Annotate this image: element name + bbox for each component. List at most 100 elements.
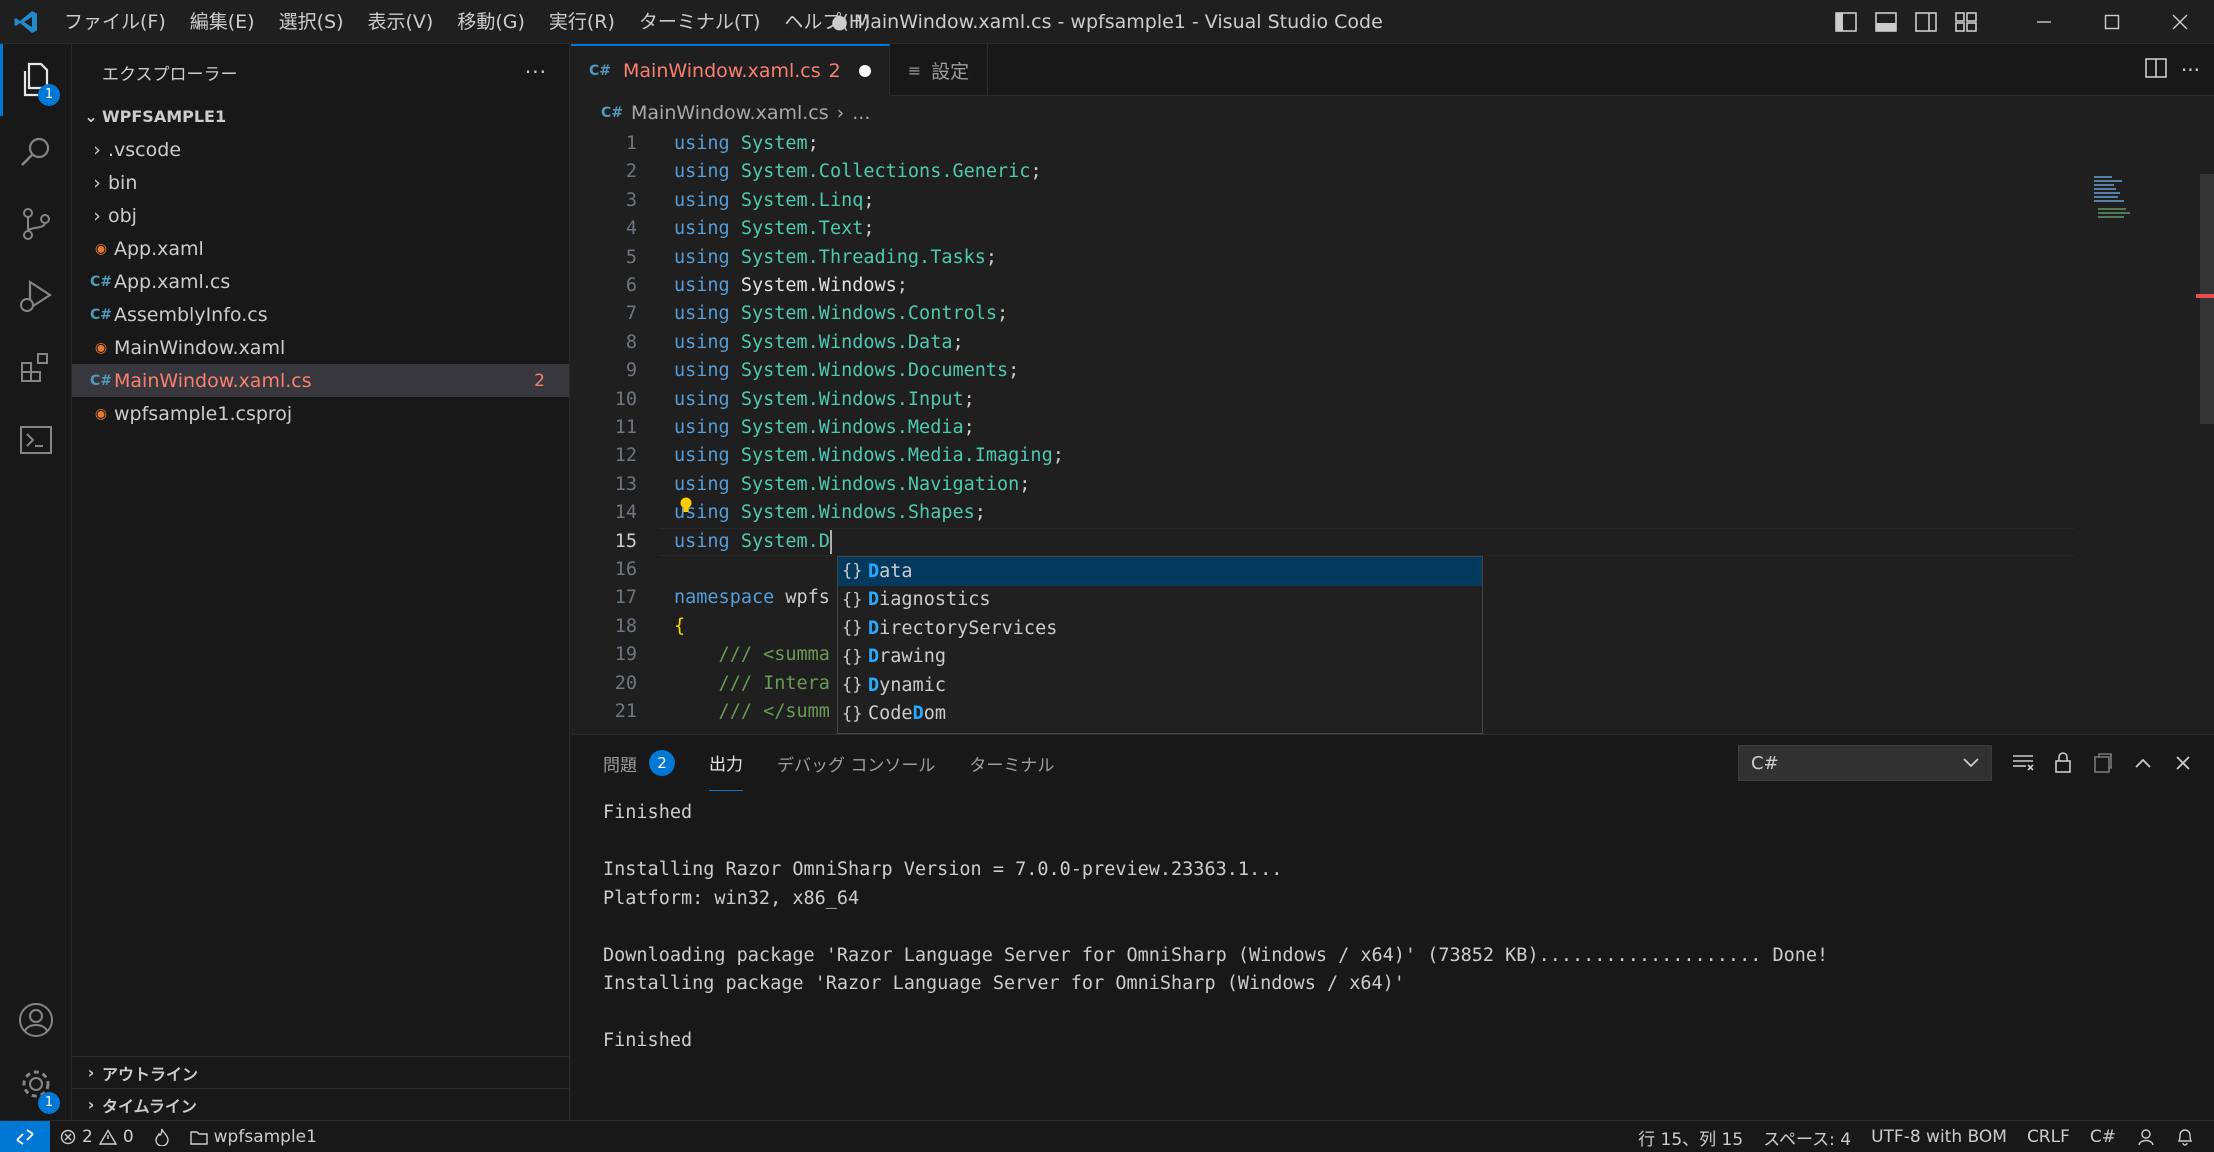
toggle-primary-sidebar-icon[interactable] <box>1826 0 1866 44</box>
code-text: using System.Windows.Navigation; <box>674 473 1031 495</box>
tree-item-label: wpfsample1.csproj <box>114 402 293 425</box>
split-editor-icon[interactable] <box>2145 57 2167 83</box>
settings-gear-icon[interactable]: 1 <box>0 1048 72 1120</box>
source-control-icon[interactable] <box>0 188 72 260</box>
unsaved-dot-icon[interactable] <box>858 65 871 77</box>
editor-more-actions-icon[interactable]: ··· <box>2181 58 2200 82</box>
tree-item-label: obj <box>108 204 137 227</box>
remote-indicator-icon[interactable] <box>0 1120 50 1152</box>
tree-item-csproj[interactable]: ◉ wpfsample1.csproj <box>72 397 569 430</box>
output-log[interactable]: Finished Installing Razor OmniSharp Versi… <box>571 791 2214 1064</box>
panel-tab-debug-console[interactable]: デバッグ コンソール <box>777 735 935 791</box>
menu-view[interactable]: 表示(V) <box>356 0 446 44</box>
workspace-root-folder[interactable]: ⌄ WPFSAMPLE1 <box>72 100 569 133</box>
panel-tab-problems[interactable]: 問題 2 <box>603 735 675 791</box>
tree-item-mainwindow-xaml-cs[interactable]: C# MainWindow.xaml.cs 2 <box>72 364 569 397</box>
menu-help[interactable]: ヘルプ(H) <box>772 0 882 44</box>
chevron-down-icon: ⌄ <box>84 107 98 126</box>
more-actions-icon[interactable]: ··· <box>525 60 547 84</box>
chevron-right-icon: › <box>87 1063 95 1082</box>
tree-item-app-xaml-cs[interactable]: C# App.xaml.cs <box>72 265 569 298</box>
code-text: { <box>674 615 686 637</box>
tree-item-obj-folder[interactable]: › obj <box>72 199 569 232</box>
suggestion-item[interactable]: {} Dynamic <box>838 671 1482 700</box>
clear-output-icon[interactable] <box>2008 745 2038 781</box>
code-text: using System.Windows; <box>674 275 908 296</box>
minimap[interactable] <box>2094 174 2134 224</box>
problems-status[interactable]: 2 0 <box>50 1121 144 1152</box>
breadcrumb-symbol[interactable]: ... <box>852 102 870 124</box>
menu-terminal[interactable]: ターミナル(T) <box>627 0 772 44</box>
editor-scrollbar[interactable] <box>2200 174 2214 424</box>
workspace-root-label: WPFSAMPLE1 <box>102 107 227 126</box>
open-in-editor-icon[interactable] <box>2088 745 2118 781</box>
panel-tab-output[interactable]: 出力 <box>709 735 743 791</box>
menu-go[interactable]: 移動(G) <box>445 0 537 44</box>
line-number: 8 <box>625 331 637 353</box>
search-icon[interactable] <box>0 116 72 188</box>
code-line: 3 using System.Linq; <box>571 187 2071 215</box>
code-line: 2 using System.Collections.Generic; <box>571 158 2071 186</box>
tree-item-app-xaml[interactable]: ◉ App.xaml <box>72 232 569 265</box>
cursor-position[interactable]: 行 15、列 15 <box>1628 1121 1753 1152</box>
code-line: 5 using System.Threading.Tasks; <box>571 244 2071 272</box>
line-number: 4 <box>625 218 637 240</box>
customize-layout-icon[interactable] <box>1946 0 1986 44</box>
account-icon[interactable] <box>0 984 72 1056</box>
namespace-icon: {} <box>842 618 863 639</box>
toggle-panel-icon[interactable] <box>1866 0 1906 44</box>
language-mode[interactable]: C# <box>2080 1121 2126 1152</box>
namespace-icon: {} <box>842 589 863 610</box>
lightbulb-icon[interactable] <box>679 497 693 515</box>
outline-section[interactable]: › アウトライン <box>72 1056 570 1088</box>
menu-selection[interactable]: 選択(S) <box>267 0 356 44</box>
suggestion-label: Dynamic <box>868 674 946 696</box>
folder-icon <box>189 1130 208 1145</box>
breadcrumb-file[interactable]: MainWindow.xaml.cs <box>631 102 829 124</box>
end-of-line[interactable]: CRLF <box>2017 1121 2080 1152</box>
explorer-icon[interactable]: 1 <box>0 44 72 116</box>
sidebar-header: エクスプローラー ··· <box>72 44 569 100</box>
extensions-icon[interactable] <box>0 332 72 404</box>
tree-item-bin-folder[interactable]: › bin <box>72 166 569 199</box>
close-window-button[interactable] <box>2146 0 2214 44</box>
notifications-bell-icon[interactable] <box>2166 1121 2204 1152</box>
terminal-icon[interactable] <box>0 404 72 476</box>
maximize-button[interactable] <box>2078 0 2146 44</box>
tree-item-vscode-folder[interactable]: › .vscode <box>72 133 569 166</box>
maximize-panel-icon[interactable] <box>2128 745 2158 781</box>
menu-edit[interactable]: 編集(E) <box>178 0 267 44</box>
lock-scroll-icon[interactable] <box>2048 745 2078 781</box>
line-number: 19 <box>614 644 637 666</box>
suggestion-item[interactable]: {} DirectoryServices <box>838 614 1482 643</box>
flame-icon[interactable] <box>144 1121 180 1152</box>
suggestion-item[interactable]: {} Diagnostics <box>838 586 1482 615</box>
close-panel-icon[interactable] <box>2168 745 2198 781</box>
minimize-button[interactable] <box>2010 0 2078 44</box>
indentation[interactable]: スペース: 4 <box>1753 1121 1861 1152</box>
tree-item-mainwindow-xaml[interactable]: ◉ MainWindow.xaml <box>72 331 569 364</box>
suggestion-item[interactable]: {} CodeDom <box>838 700 1482 729</box>
title-controls <box>1826 0 2214 44</box>
tab-mainwindow-xaml-cs[interactable]: C# MainWindow.xaml.cs 2 <box>571 44 890 96</box>
suggestion-item[interactable]: {} Drawing <box>838 643 1482 672</box>
toggle-secondary-sidebar-icon[interactable] <box>1906 0 1946 44</box>
panel-tab-label: ターミナル <box>969 755 1055 776</box>
project-status[interactable]: wpfsample1 <box>180 1121 327 1152</box>
run-debug-icon[interactable] <box>0 260 72 332</box>
explorer-badge: 1 <box>38 84 60 106</box>
tree-item-assemblyinfo-cs[interactable]: C# AssemblyInfo.cs <box>72 298 569 331</box>
code-text: using System.Threading.Tasks; <box>674 246 998 268</box>
sidebar-bottom-sections: › アウトライン › タイムライン <box>72 1056 570 1120</box>
encoding[interactable]: UTF-8 with BOM <box>1861 1121 2017 1152</box>
suggestion-item[interactable]: {} Data <box>838 557 1482 586</box>
tab-settings[interactable]: ≡ 設定 <box>890 44 989 96</box>
timeline-section[interactable]: › タイムライン <box>72 1088 570 1120</box>
tree-item-label: MainWindow.xaml.cs <box>114 369 312 392</box>
menu-run[interactable]: 実行(R) <box>537 0 627 44</box>
code-line: 13 using System.Windows.Navigation; <box>571 471 2071 499</box>
panel-tab-terminal[interactable]: ターミナル <box>969 735 1054 791</box>
feedback-icon[interactable] <box>2126 1121 2166 1152</box>
menu-file[interactable]: ファイル(F) <box>52 0 178 44</box>
output-channel-select[interactable]: C# <box>1738 745 1992 781</box>
